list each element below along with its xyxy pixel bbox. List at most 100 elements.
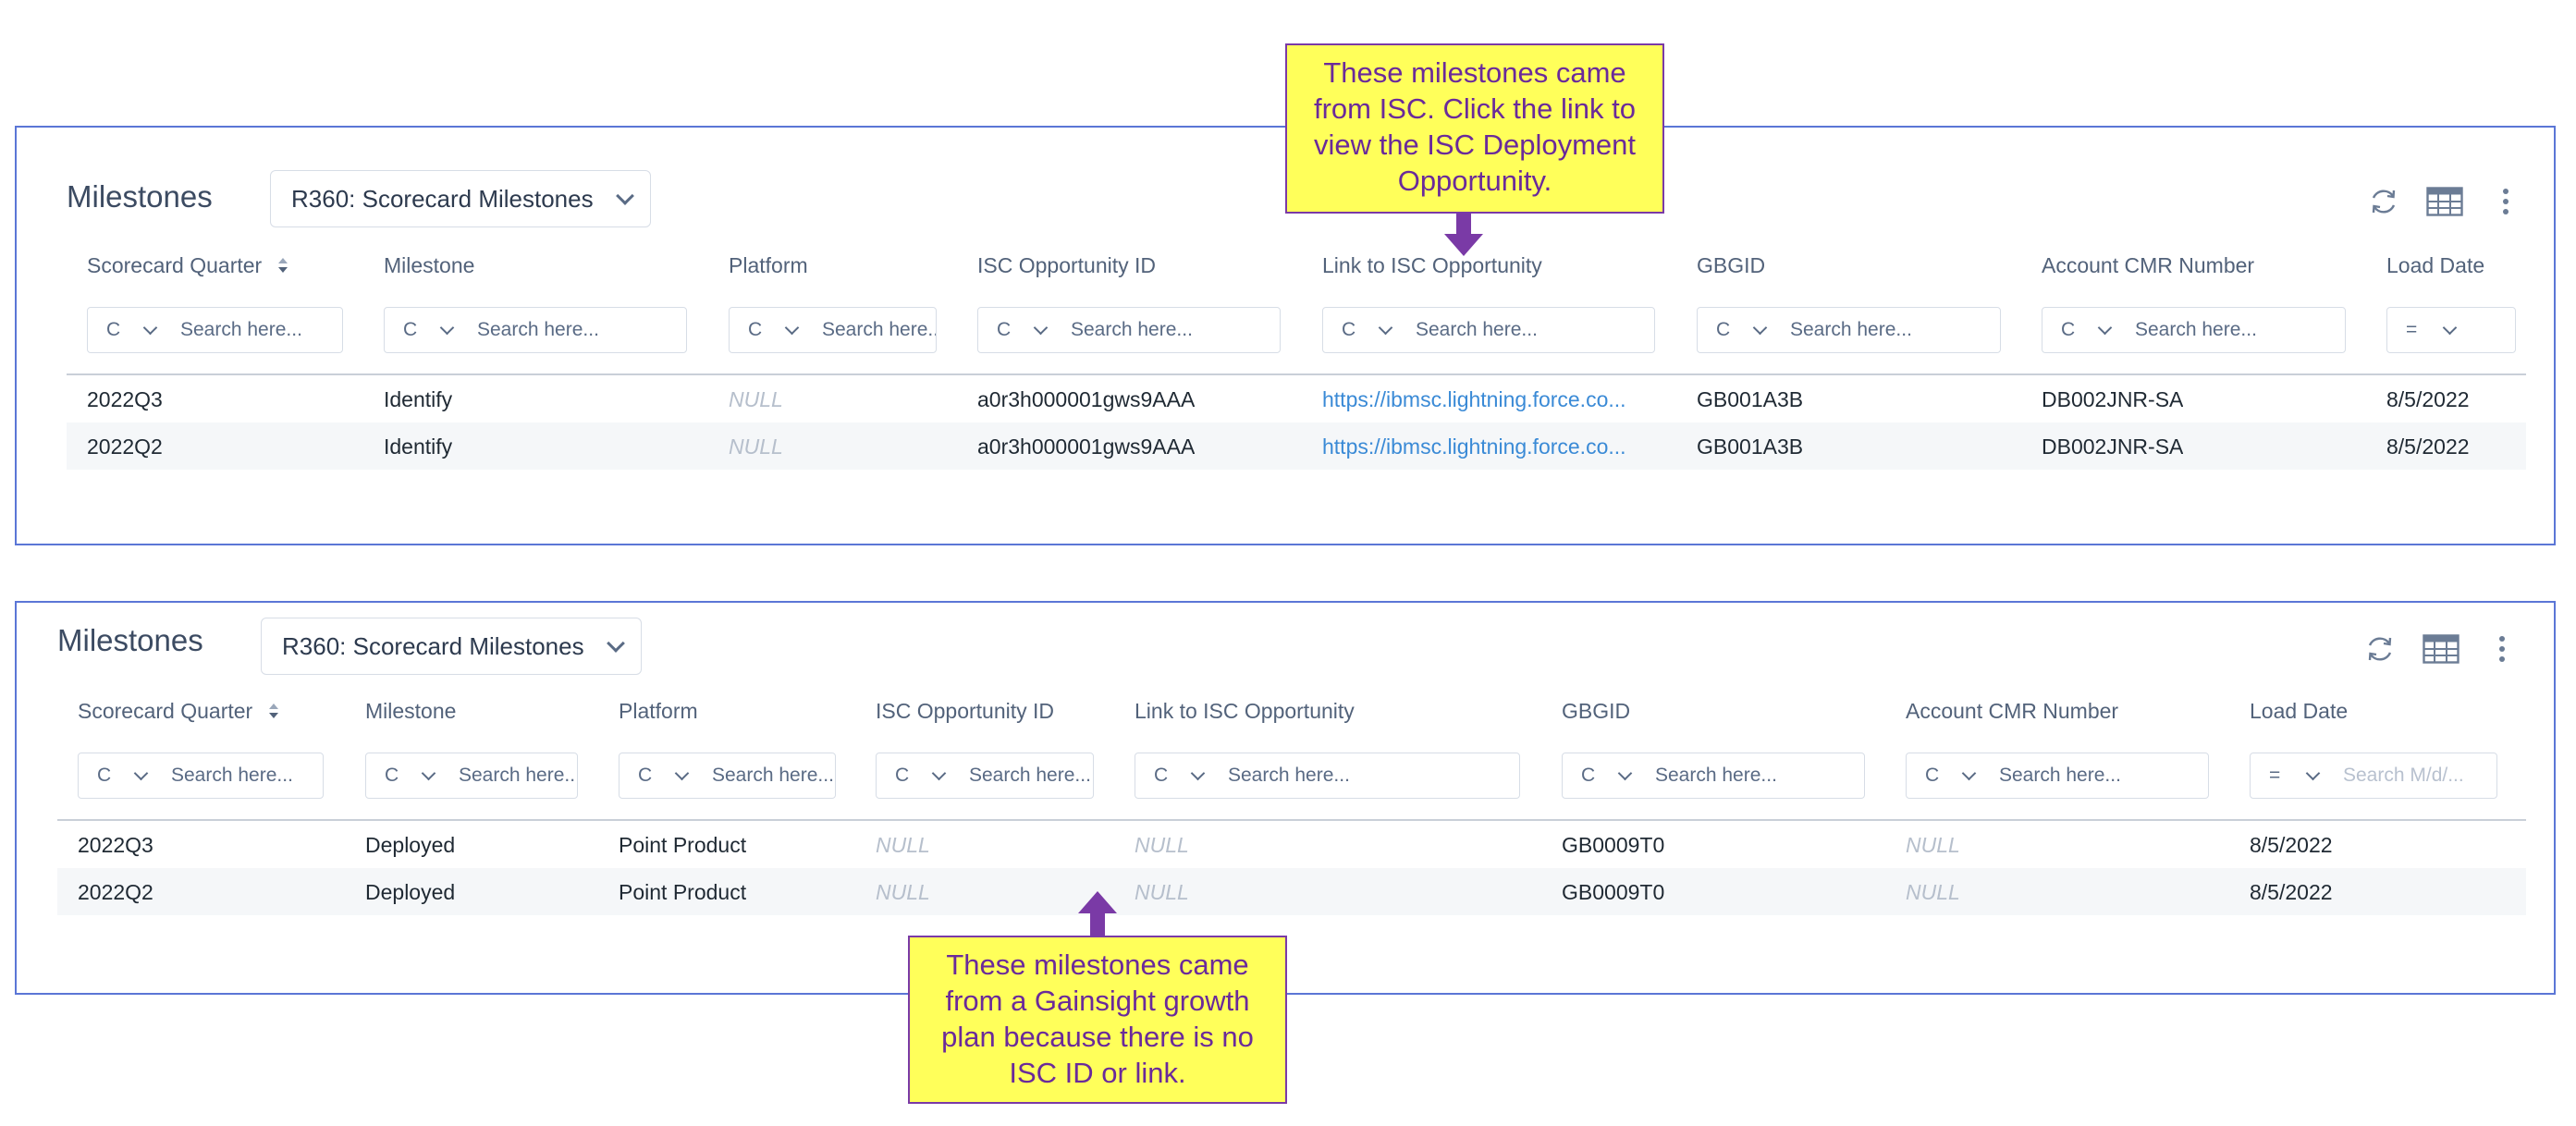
filter-search-input[interactable]: Search here... [1999, 765, 2121, 787]
filter-load-date[interactable]: = Search M/d/... [2250, 753, 2497, 799]
filter-operator-select[interactable]: C [79, 753, 171, 798]
cell-milestone: Identify [384, 387, 453, 411]
column-header-account-cmr-number[interactable]: Account CMR Number [1906, 699, 2118, 724]
filter-search-input[interactable]: Search here... [1655, 765, 1777, 787]
filter-operator-select[interactable]: = [2387, 308, 2480, 352]
filter-search-input[interactable]: Search here... [171, 765, 293, 787]
filter-search-input[interactable]: Search here... [2135, 319, 2257, 341]
cell-milestone: Deployed [365, 833, 456, 857]
filter-link-to-isc-opportunity[interactable]: C Search here... [1135, 753, 1520, 799]
column-header-milestone[interactable]: Milestone [365, 699, 456, 724]
table-view-icon[interactable] [2423, 630, 2459, 667]
more-options-icon[interactable] [2487, 183, 2524, 220]
chevron-down-icon [616, 187, 634, 205]
isc-opportunity-link[interactable]: https://ibmsc.lightning.force.co... [1322, 387, 1669, 412]
filter-search-input[interactable]: Search here... [1416, 319, 1538, 341]
filter-gbgid[interactable]: C Search here... [1697, 307, 2001, 353]
filter-search-input[interactable]: Search here... [459, 765, 577, 787]
column-header-load-date[interactable]: Load Date [2386, 253, 2484, 278]
column-header-link-to-isc-opportunity[interactable]: Link to ISC Opportunity [1135, 699, 1355, 724]
column-header-link-to-isc-opportunity[interactable]: Link to ISC Opportunity [1322, 253, 1542, 278]
filter-operator-select[interactable]: C [88, 308, 180, 352]
filter-account-cmr-number[interactable]: C Search here... [2042, 307, 2346, 353]
filter-search-input[interactable]: Search here... [822, 319, 936, 341]
cell-platform: Point Product [619, 880, 747, 904]
filter-milestone[interactable]: C Search here... [384, 307, 687, 353]
cell-link-to-isc-opportunity: NULL [1135, 833, 1189, 857]
filter-search-input[interactable]: Search here... [180, 319, 302, 341]
milestones-grid: Scorecard Quarter Milestone Platform ISC… [67, 253, 2526, 470]
column-header-load-date[interactable]: Load Date [2250, 699, 2348, 724]
column-header-platform[interactable]: Platform [619, 699, 698, 724]
filter-load-date[interactable]: = [2386, 307, 2516, 353]
filter-link-to-isc-opportunity[interactable]: C Search here... [1322, 307, 1655, 353]
chevron-down-icon [1378, 320, 1393, 336]
grid-filter-row: C Search here... C Search here... C Sear… [67, 307, 2526, 366]
table-view-icon[interactable] [2426, 183, 2463, 220]
filter-gbgid[interactable]: C Search here... [1562, 753, 1865, 799]
chevron-down-icon [674, 765, 690, 781]
filter-platform[interactable]: C Search here... [619, 753, 836, 799]
filter-operator-select[interactable]: C [877, 753, 969, 798]
filter-operator-select[interactable]: = [2251, 753, 2343, 798]
cell-account-cmr-number: DB002JNR-SA [2042, 387, 2184, 411]
view-select-value: R360: Scorecard Milestones [291, 184, 594, 213]
column-header-gbgid[interactable]: GBGID [1697, 253, 1765, 278]
filter-operator-select[interactable]: C [1563, 753, 1655, 798]
filter-operator-select[interactable]: C [619, 753, 712, 798]
chevron-down-icon [931, 765, 947, 781]
filter-operator-select[interactable]: C [1907, 753, 1999, 798]
filter-search-input[interactable]: Search here... [1071, 319, 1193, 341]
column-header-scorecard-quarter[interactable]: Scorecard Quarter [87, 253, 288, 279]
filter-search-input[interactable]: Search here... [969, 765, 1091, 787]
view-select-dropdown[interactable]: R360: Scorecard Milestones [261, 618, 642, 675]
filter-operator-select[interactable]: C [1323, 308, 1416, 352]
isc-opportunity-link[interactable]: https://ibmsc.lightning.force.co... [1322, 434, 1669, 459]
sort-icon[interactable] [277, 254, 288, 279]
column-header-scorecard-quarter[interactable]: Scorecard Quarter [78, 699, 279, 725]
filter-platform[interactable]: C Search here... [729, 307, 937, 353]
refresh-icon[interactable] [2361, 630, 2398, 667]
filter-search-input[interactable]: Search M/d/... [2343, 765, 2464, 787]
filter-operator-select[interactable]: C [978, 308, 1071, 352]
column-header-isc-opportunity-id[interactable]: ISC Opportunity ID [977, 253, 1156, 278]
table-row[interactable]: 2022Q3 Deployed Point Product NULL NULL … [57, 821, 2526, 868]
filter-search-input[interactable]: Search here... [1790, 319, 1912, 341]
chevron-down-icon [2442, 320, 2458, 336]
filter-search-input[interactable]: Search here... [477, 319, 599, 341]
cell-account-cmr-number: DB002JNR-SA [2042, 434, 2184, 459]
cell-milestone: Identify [384, 434, 453, 459]
column-header-milestone[interactable]: Milestone [384, 253, 474, 278]
filter-isc-opportunity-id[interactable]: C Search here... [876, 753, 1094, 799]
column-header-isc-opportunity-id[interactable]: ISC Opportunity ID [876, 699, 1054, 724]
filter-milestone[interactable]: C Search here... [365, 753, 578, 799]
more-options-icon[interactable] [2484, 630, 2521, 667]
panel-title: Milestones [57, 623, 203, 657]
filter-account-cmr-number[interactable]: C Search here... [1906, 753, 2209, 799]
table-row[interactable]: 2022Q2 Identify NULL a0r3h000001gws9AAA … [67, 422, 2526, 470]
filter-operator-select[interactable]: C [1698, 308, 1790, 352]
filter-search-input[interactable]: Search here... [1228, 765, 1350, 787]
filter-scorecard-quarter[interactable]: C Search here... [78, 753, 324, 799]
filter-isc-opportunity-id[interactable]: C Search here... [977, 307, 1281, 353]
filter-operator-select[interactable]: C [730, 308, 822, 352]
filter-operator-select[interactable]: C [1135, 753, 1228, 798]
cell-gbgid: GB001A3B [1697, 387, 1804, 411]
column-header-gbgid[interactable]: GBGID [1562, 699, 1630, 724]
cell-scorecard-quarter: 2022Q2 [87, 434, 163, 459]
table-row[interactable]: 2022Q3 Identify NULL a0r3h000001gws9AAA … [67, 375, 2526, 422]
view-select-dropdown[interactable]: R360: Scorecard Milestones [270, 170, 651, 227]
filter-operator-select[interactable]: C [385, 308, 477, 352]
panel-toolbar [2361, 630, 2521, 667]
column-header-platform[interactable]: Platform [729, 253, 808, 278]
column-header-account-cmr-number[interactable]: Account CMR Number [2042, 253, 2254, 278]
filter-operator-select[interactable]: C [366, 753, 459, 798]
filter-operator-select[interactable]: C [2042, 308, 2135, 352]
table-row[interactable]: 2022Q2 Deployed Point Product NULL NULL … [57, 868, 2526, 915]
filter-search-input[interactable]: Search here... [712, 765, 834, 787]
chevron-down-icon [421, 765, 436, 781]
filter-scorecard-quarter[interactable]: C Search here... [87, 307, 343, 353]
refresh-icon[interactable] [2365, 183, 2402, 220]
sort-icon[interactable] [268, 700, 279, 725]
cell-scorecard-quarter: 2022Q3 [87, 387, 163, 411]
